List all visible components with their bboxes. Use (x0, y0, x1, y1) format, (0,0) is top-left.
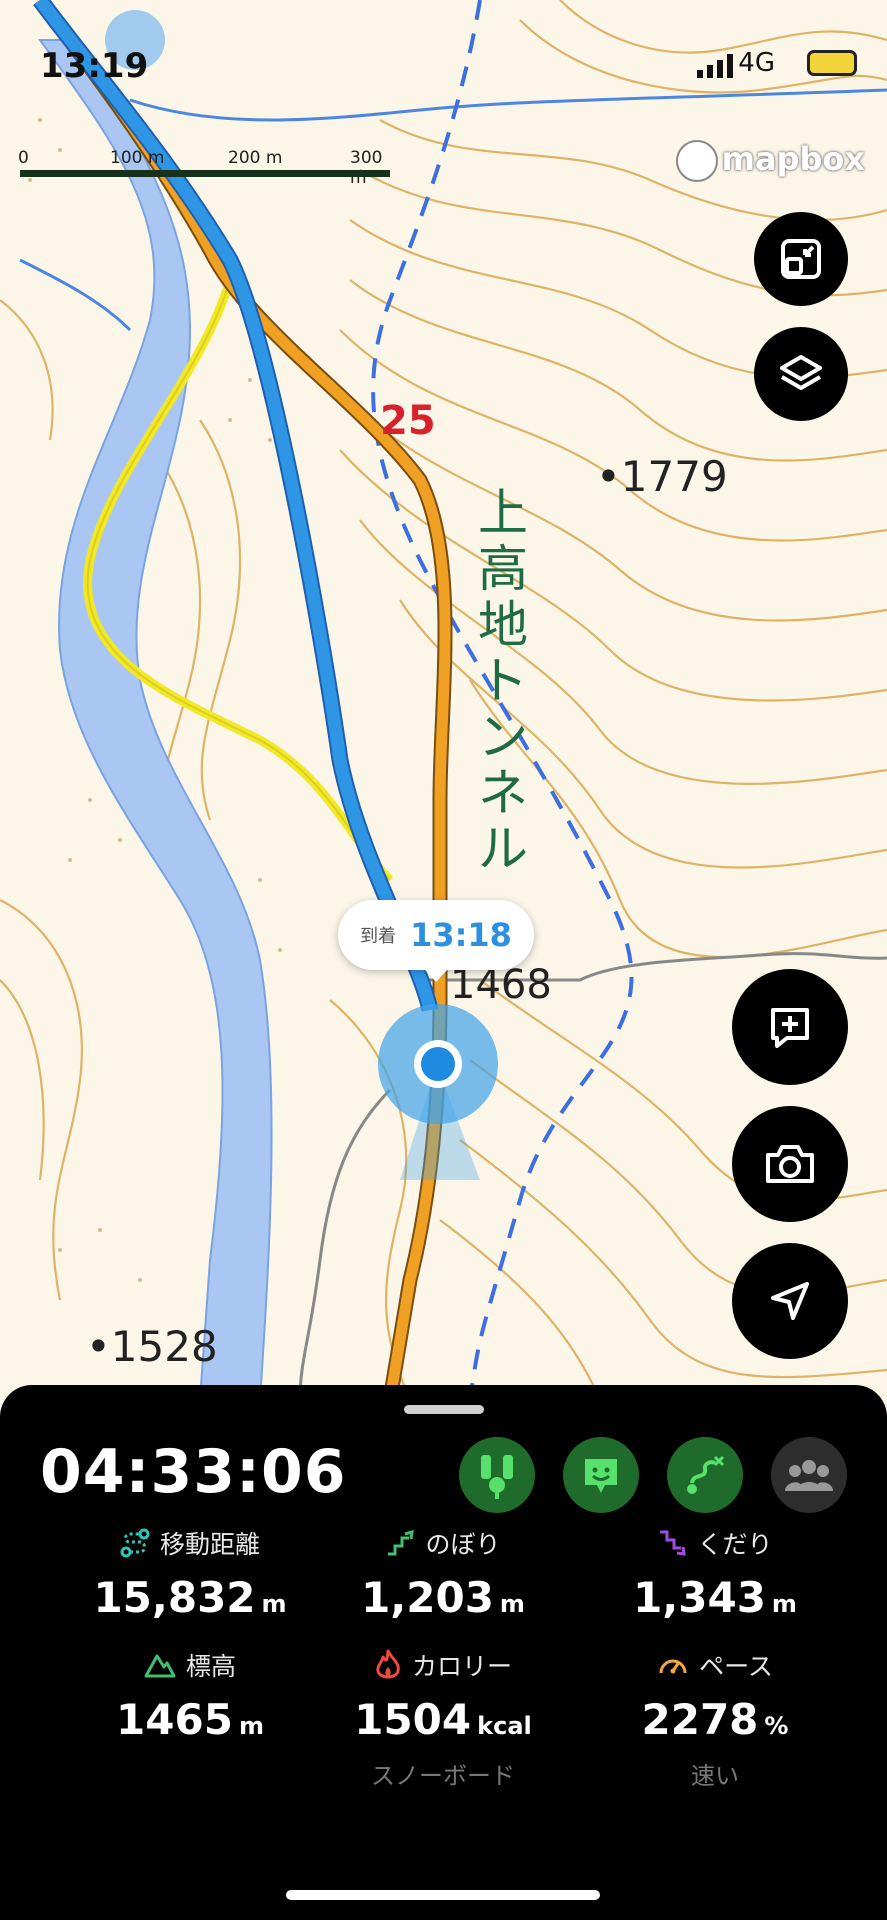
locate-button[interactable] (732, 1243, 848, 1359)
stat-value: 1504 (354, 1695, 472, 1744)
route-number-label: 25 (380, 398, 436, 444)
fit-route-button[interactable] (754, 212, 848, 306)
activity-type: スノーボード (371, 1762, 515, 1790)
scale-bar: 0 100 m 200 m 300 m (18, 148, 390, 188)
stat-value: 2278 (641, 1695, 759, 1744)
mapbox-logo-icon (675, 140, 718, 182)
stat-elevation: 標高 1465 m (45, 1647, 335, 1744)
fit-route-icon (781, 239, 821, 279)
elevation-label: •1528 (86, 1322, 218, 1371)
activity-panel: 04:33:06 移動距離 15,832 m のぼり 1,203 m くだり 1,3… (0, 1385, 887, 1920)
stat-label: のぼり (425, 1530, 501, 1559)
stat-label: 移動距離 (159, 1530, 260, 1559)
stat-pace: ペース 2278% 速い (570, 1647, 860, 1791)
arrival-callout[interactable]: 到着 13:18 (338, 900, 534, 982)
stat-value: 15,832 (93, 1573, 256, 1622)
scale-label: 300 m (350, 148, 383, 188)
stat-label: カロリー (411, 1652, 512, 1681)
add-note-button[interactable] (732, 969, 848, 1085)
stat-unit: m (499, 1590, 525, 1618)
stat-descent: くだり 1,343 m (570, 1525, 860, 1622)
stat-label: 標高 (185, 1652, 236, 1681)
camera-icon (766, 1145, 814, 1183)
group-icon (785, 1460, 833, 1491)
mapbox-attribution[interactable]: mapbox (675, 140, 865, 184)
mapbox-wordmark: mapbox (721, 140, 865, 178)
stat-ascent: のぼり 1,203 m (298, 1525, 588, 1622)
battery-icon (807, 50, 857, 76)
stat-unit: m (261, 1590, 287, 1618)
location-arrow-icon (771, 1282, 809, 1320)
arrival-time: 13:18 (410, 916, 512, 954)
status-time: 13:19 (40, 46, 149, 86)
layers-button[interactable] (754, 327, 848, 421)
stat-value: 1,343 (633, 1573, 766, 1622)
stat-distance: 移動距離 15,832 m (45, 1525, 335, 1622)
mountain-icon (144, 1654, 176, 1678)
layers-icon (780, 355, 822, 390)
stat-value: 1,203 (361, 1573, 494, 1622)
stat-calories: カロリー 1504 kcal スノーボード (298, 1647, 588, 1791)
scale-label: 100 m (110, 148, 165, 168)
pace-rating: 速い (691, 1762, 739, 1790)
scale-label: 200 m (228, 148, 283, 168)
status-bar: 13:19 4G (0, 40, 887, 90)
route-mode-icon (687, 1455, 725, 1494)
trail-mode-icon (481, 1455, 513, 1499)
signal-icon (697, 54, 733, 78)
scale-line (20, 170, 390, 177)
stat-label: くだり (697, 1530, 773, 1559)
current-location-marker (378, 1004, 498, 1124)
face-mode-button[interactable] (563, 1437, 639, 1513)
drag-handle[interactable] (404, 1405, 484, 1414)
stat-label: ペース (699, 1652, 773, 1681)
add-note-icon (771, 1008, 809, 1048)
map-view[interactable]: 13:19 4G 0 100 m 200 m 300 m mapbox 25 •… (0, 0, 887, 1400)
stat-unit: m (238, 1712, 264, 1740)
elapsed-timer: 04:33:06 (40, 1437, 347, 1507)
stat-unit: % (764, 1712, 789, 1740)
distance-icon (120, 1528, 150, 1558)
group-mode-button[interactable] (771, 1437, 847, 1513)
arrival-label: 到着 (360, 926, 397, 947)
camera-button[interactable] (732, 1106, 848, 1222)
stat-unit: kcal (477, 1712, 532, 1740)
face-mode-icon (585, 1459, 617, 1493)
network-type: 4G (738, 48, 775, 78)
route-mode-button[interactable] (667, 1437, 743, 1513)
home-indicator[interactable] (286, 1890, 600, 1900)
trail-mode-button[interactable] (459, 1437, 535, 1513)
ascent-icon (388, 1529, 415, 1556)
descent-icon (660, 1530, 687, 1556)
speedometer-icon (659, 1659, 687, 1674)
flame-icon (376, 1649, 400, 1679)
elevation-label: •1779 (596, 452, 728, 501)
stat-value: 1465 (116, 1695, 233, 1744)
scale-label: 0 (18, 148, 29, 168)
stat-unit: m (771, 1590, 797, 1618)
place-name-label: 上高地トンネル (478, 484, 528, 878)
